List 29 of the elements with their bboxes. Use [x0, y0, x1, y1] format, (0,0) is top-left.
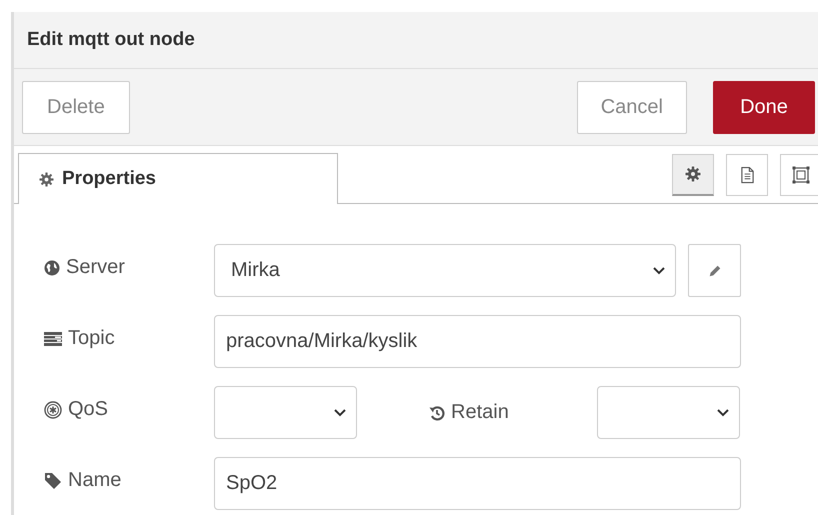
field-label: QoS: [68, 398, 108, 421]
gear-icon: [39, 172, 54, 186]
properties-tab[interactable]: Properties: [18, 153, 338, 204]
field-label: Server: [66, 256, 125, 279]
topic-field[interactable]: pracovna/Mirka/kyslik: [214, 315, 741, 368]
delete-button[interactable]: Delete: [22, 80, 130, 134]
pencil-icon: [708, 264, 722, 278]
globe-icon: [44, 260, 60, 276]
field-label: Retain: [451, 401, 509, 424]
chevron-down-icon: [717, 408, 729, 416]
dialog-title: Edit mqtt out node: [27, 29, 195, 51]
document-button[interactable]: [726, 154, 768, 196]
frame-button[interactable]: [780, 154, 818, 196]
done-button[interactable]: Done: [713, 80, 815, 134]
frame-icon: [792, 166, 810, 184]
list-icon: [44, 332, 62, 346]
gear-icon: [685, 166, 701, 182]
chevron-down-icon: [334, 408, 346, 416]
settings-button[interactable]: [672, 154, 714, 196]
asterisk-circle-icon: [44, 400, 62, 418]
name-field[interactable]: SpO2: [214, 457, 741, 510]
field-label: Name: [68, 469, 122, 492]
server-select[interactable]: Mirka: [214, 244, 676, 297]
tag-icon: [44, 472, 62, 490]
history-icon: [429, 404, 445, 420]
document-icon: [740, 166, 754, 184]
field-label: Topic: [68, 327, 115, 350]
chevron-down-icon: [653, 266, 665, 274]
cancel-button[interactable]: Cancel: [576, 80, 687, 134]
